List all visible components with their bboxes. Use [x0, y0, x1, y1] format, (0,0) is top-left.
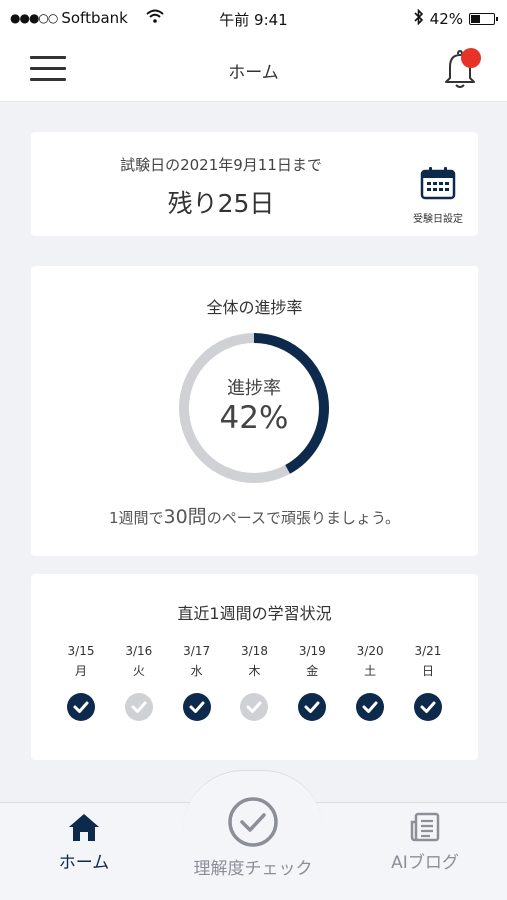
progress-title: 全体の進捗率	[206, 298, 303, 317]
day-date: 3/21	[414, 644, 442, 658]
check-circle-outline-icon	[228, 797, 278, 847]
progress-value: 42%	[219, 400, 289, 436]
calendar-icon	[420, 167, 456, 200]
day-weekday: 金	[306, 664, 319, 678]
day-list: 3/15 月 3/16 火 3/17 水 3/18 木 3/19 金 3/20 …	[61, 644, 448, 721]
day-item: 3/21 日	[408, 644, 448, 721]
tab-home-label: ホーム	[58, 853, 110, 873]
day-item: 3/20 土	[350, 644, 390, 721]
bluetooth-icon	[414, 8, 424, 29]
day-item: 3/19 金	[292, 644, 332, 721]
day-weekday: 月	[74, 664, 87, 678]
battery-icon	[469, 13, 498, 25]
day-item: 3/18 木	[234, 644, 274, 721]
tab-comprehension-check-label: 理解度チェック	[193, 859, 313, 879]
pace-message: 1週間で30問のペースで頑張りましょう。	[31, 502, 478, 529]
check-circle-icon	[124, 693, 153, 721]
check-circle-icon	[356, 693, 385, 721]
check-circle-icon	[298, 693, 327, 721]
pace-prefix: 1週間で	[108, 509, 164, 527]
newspaper-icon	[410, 812, 440, 842]
pace-number: 30問	[163, 506, 207, 528]
progress-card: 全体の進捗率 進捗率 42% 1週間で30問のペースで頑張りましょう。	[31, 266, 478, 556]
day-weekday: 土	[364, 664, 377, 678]
day-weekday: 日	[421, 664, 434, 678]
day-weekday: 水	[190, 664, 203, 678]
exam-date-settings-label: 受験日設定	[413, 214, 463, 225]
day-item: 3/17 水	[177, 644, 217, 721]
day-date: 3/16	[125, 644, 153, 658]
day-date: 3/19	[298, 644, 326, 658]
day-date: 3/17	[183, 644, 211, 658]
exam-date-text: 試験日の2021年9月11日まで	[120, 156, 322, 174]
day-weekday: 木	[248, 664, 261, 678]
day-date: 3/18	[241, 644, 268, 658]
day-weekday: 火	[132, 664, 145, 678]
weekly-status-title: 直近1週間の学習状況	[177, 604, 332, 623]
tab-ai-blog-label: AIブログ	[391, 853, 459, 873]
check-circle-icon	[240, 693, 269, 721]
status-bar: ●●●○○ Softbank 午前 9:41 42%	[0, 0, 507, 36]
check-circle-icon	[67, 693, 95, 721]
pace-suffix: のペースで頑張りましょう。	[206, 509, 401, 527]
check-circle-icon	[182, 693, 211, 721]
day-date: 3/20	[356, 644, 384, 658]
check-circle-icon	[413, 693, 442, 721]
notification-button[interactable]	[441, 48, 481, 90]
progress-ring-label: 進捗率	[227, 378, 281, 399]
page-title: ホーム	[228, 63, 279, 83]
exam-countdown-card: 試験日の2021年9月11日まで 残り25日 受験日設定	[31, 132, 478, 236]
weekly-status-card: 直近1週間の学習状況 3/15 月 3/16 火 3/17 水 3/18 木 3…	[31, 574, 478, 760]
exam-date-settings-button[interactable]: 受験日設定	[406, 166, 470, 226]
notification-badge	[461, 48, 481, 68]
tab-ai-blog[interactable]: AIブログ	[370, 812, 480, 873]
tab-comprehension-check[interactable]: 理解度チェック	[178, 796, 328, 879]
home-icon	[69, 814, 99, 841]
app-header: ホーム	[0, 36, 507, 102]
remaining-days: 残り25日	[167, 189, 275, 218]
battery-fill	[471, 15, 480, 23]
tab-home[interactable]: ホーム	[36, 812, 132, 873]
battery-percent: 42%	[429, 10, 463, 28]
progress-ring: 進捗率 42%	[176, 330, 332, 486]
status-right: 42%	[414, 8, 498, 29]
day-item: 3/15 月	[61, 644, 101, 721]
day-item: 3/16 火	[119, 644, 159, 721]
day-date: 3/15	[67, 644, 95, 658]
